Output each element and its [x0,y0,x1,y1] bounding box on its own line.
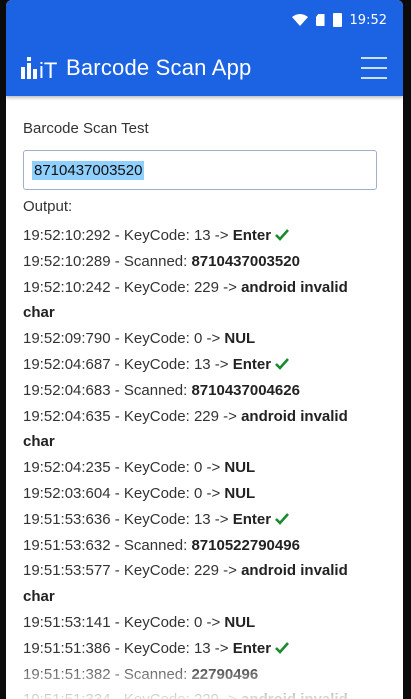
log-row-value: 22790496 [191,665,259,683]
logo-text: iT [39,58,57,81]
log-row: 19:52:10:292 - KeyCode: 13 -> Enter [23,223,386,249]
log-row-value: 8710437004626 [191,381,300,399]
log-row: 19:51:53:141 - KeyCode: 0 -> NUL [23,610,386,636]
log-row: 19:51:51:386 - KeyCode: 13 -> Enter [23,636,386,662]
barcode-input-value: 8710437003520 [32,160,145,180]
status-bar: 19:52 [6,0,403,40]
log-row: 19:52:04:635 - KeyCode: 229 -> android i… [23,404,386,430]
app-bar: iT Barcode Scan App [6,40,403,96]
log-row: 19:51:53:636 - KeyCode: 13 -> Enter [23,507,386,533]
sim-icon [315,14,325,26]
log-row-text: 19:52:10:242 - KeyCode: 229 -> [23,278,242,296]
checkmark-icon [275,512,290,525]
log-row: 19:52:04:687 - KeyCode: 13 -> Enter [23,352,386,378]
log-row-text: 19:52:04:235 - KeyCode: 0 -> [23,459,225,477]
checkmark-icon [275,229,290,241]
log-row-text: 19:52:10:292 - KeyCode: 13 -> [23,227,233,244]
log-row: char [23,300,386,326]
main-content: Barcode Scan Test 8710437003520 Output: … [6,96,403,699]
log-row-value: char [23,588,55,606]
log-row-text: 19:51:51:386 - KeyCode: 13 -> [23,639,233,657]
log-row-value: 8710437003520 [191,252,300,270]
log-row: 19:51:53:577 - KeyCode: 229 -> android i… [23,558,386,584]
log-row: 19:51:53:632 - Scanned: 8710522790496 [23,533,386,559]
log-row-value: android invalid [241,278,348,296]
log-row-text: 19:52:10:289 - Scanned: [23,252,192,270]
barcode-input-field[interactable]: 8710437003520 [23,150,377,190]
log-row-text: 19:52:04:635 - KeyCode: 229 -> [23,407,242,425]
output-label: Output: [23,198,73,215]
log-row: char [23,429,386,455]
log-row-value: char [23,304,55,322]
wifi-icon [291,14,308,26]
log-row-text: 19:51:51:334 - KeyCode: 229 -> [23,691,241,699]
log-row: 19:51:51:382 - Scanned: 22790496 [23,662,386,688]
log-row-value: Enter [232,355,272,373]
output-log: 19:52:10:292 - KeyCode: 13 -> Enter 19:52… [23,223,386,699]
log-row: 19:52:04:235 - KeyCode: 0 -> NUL [23,455,386,481]
log-row-value: NUL [224,459,256,477]
log-row-text: 19:51:53:577 - KeyCode: 229 -> [23,562,242,580]
app-logo-icon: iT [21,57,57,81]
log-row: char [23,584,386,610]
log-row-value: NUL [224,613,256,631]
scan-test-label: Barcode Scan Test [23,120,149,137]
phone-screen: 19:52 iT Barcode Scan App Barcode Scan T… [6,0,403,699]
log-row-value: android invalid [241,691,348,699]
hamburger-menu-icon[interactable] [361,57,387,79]
log-row-text: 19:52:04:683 - Scanned: [23,381,192,399]
checkmark-icon [275,641,290,654]
log-row-value: char [23,433,55,451]
status-time: 19:52 [349,12,387,28]
log-row-value: Enter [232,639,272,657]
log-row-text: 19:51:53:636 - KeyCode: 13 -> [23,510,233,528]
log-row-text: 19:51:51:382 - Scanned: [23,665,192,683]
app-title: Barcode Scan App [66,55,252,80]
log-row-value: NUL [224,330,256,348]
battery-icon [332,13,342,27]
log-row-text: 19:52:03:604 - KeyCode: 0 -> [23,484,225,502]
log-row: 19:52:04:683 - Scanned: 8710437004626 [23,378,386,404]
log-row-value: android invalid [241,407,348,425]
log-row-value: android invalid [241,562,348,580]
log-row-value: 8710522790496 [191,536,300,554]
log-row-value: Enter [232,227,272,244]
log-row-text: 19:51:53:141 - KeyCode: 0 -> [23,613,225,631]
log-row: 19:52:10:242 - KeyCode: 229 -> android i… [23,275,386,301]
log-row: 19:52:03:604 - KeyCode: 0 -> NUL [23,481,386,507]
log-row-text: 19:51:53:632 - Scanned: [23,536,192,554]
log-row-text: 19:52:04:687 - KeyCode: 13 -> [23,355,233,373]
log-row: 19:52:10:289 - Scanned: 8710437003520 [23,249,386,275]
log-row-value: Enter [232,510,272,528]
checkmark-icon [275,358,290,370]
log-row: 19:51:51:334 - KeyCode: 229 -> android i… [23,687,386,699]
log-row: 19:52:09:790 - KeyCode: 0 -> NUL [23,326,386,352]
log-row-value: NUL [224,484,256,502]
log-row-text: 19:52:09:790 - KeyCode: 0 -> [23,330,225,348]
